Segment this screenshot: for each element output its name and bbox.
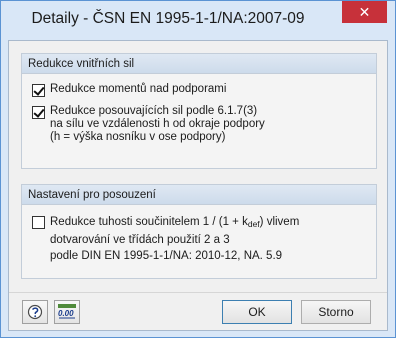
help-button[interactable] — [22, 300, 48, 324]
units-decimal-button[interactable]: 0.00 — [54, 300, 80, 324]
reduce-shear-checkbox[interactable] — [32, 106, 45, 119]
window-title: Detaily - ČSN EN 1995-1-1/NA:2007-09 — [31, 10, 305, 27]
cancel-button[interactable]: Storno — [301, 300, 371, 324]
help-icon — [27, 304, 43, 320]
option-reduce-shear[interactable]: Redukce posouvajících sil podle 6.1.7(3)… — [32, 105, 265, 144]
option-reduce-moments[interactable]: Redukce momentů nad podporami — [32, 83, 226, 97]
group-header: Nastavení pro posouzení — [22, 185, 376, 205]
group-body: Redukce momentů nad podporami Redukce po… — [22, 74, 376, 168]
reduce-stiffness-checkbox[interactable] — [32, 216, 45, 229]
ok-button[interactable]: OK — [222, 300, 292, 324]
close-button[interactable]: ✕ — [342, 1, 387, 23]
reduce-shear-line-1: Redukce posouvajících sil podle 6.1.7(3) — [50, 105, 258, 117]
reduce-stiffness-line-3: podle DIN EN 1995-1-1/NA: 2010-12, NA. 5… — [50, 250, 283, 262]
reduce-stiffness-line-1: Redukce tuhosti součinitelem 1 / (1 + kd… — [50, 216, 300, 229]
reduce-stiffness-label: Redukce tuhosti součinitelem 1 / (1 + kd… — [50, 214, 299, 264]
title-bar[interactable]: Detaily - ČSN EN 1995-1-1/NA:2007-09 ✕ — [1, 1, 395, 39]
dialog-content: Redukce vnitřních sil Redukce momentů na… — [8, 40, 388, 331]
reduce-moments-checkbox[interactable] — [32, 84, 45, 97]
dialog-footer: 0.00 OK Storno — [9, 292, 387, 331]
reduce-stiffness-line-2: dotvarování ve třídách použití 2 a 3 — [50, 234, 230, 246]
group-body: Redukce tuhosti součinitelem 1 / (1 + kd… — [22, 205, 376, 278]
dialog-window: Detaily - ČSN EN 1995-1-1/NA:2007-09 ✕ R… — [0, 0, 396, 338]
group-internal-forces-reduction: Redukce vnitřních sil Redukce momentů na… — [21, 53, 377, 169]
reduce-shear-line-2: na sílu ve vzdálenosti h od okraje podpo… — [50, 118, 265, 130]
reduce-shear-label: Redukce posouvajících sil podle 6.1.7(3)… — [50, 105, 265, 144]
units-icon-text: 0.00 — [58, 309, 74, 318]
option-reduce-stiffness[interactable]: Redukce tuhosti součinitelem 1 / (1 + kd… — [32, 215, 299, 264]
reduce-moments-label: Redukce momentů nad podporami — [50, 83, 227, 95]
reduce-shear-line-3: (h = výška nosníku v ose podpory) — [50, 131, 226, 143]
group-design-settings: Nastavení pro posouzení Redukce tuhosti … — [21, 184, 377, 279]
group-header: Redukce vnitřních sil — [22, 54, 376, 74]
